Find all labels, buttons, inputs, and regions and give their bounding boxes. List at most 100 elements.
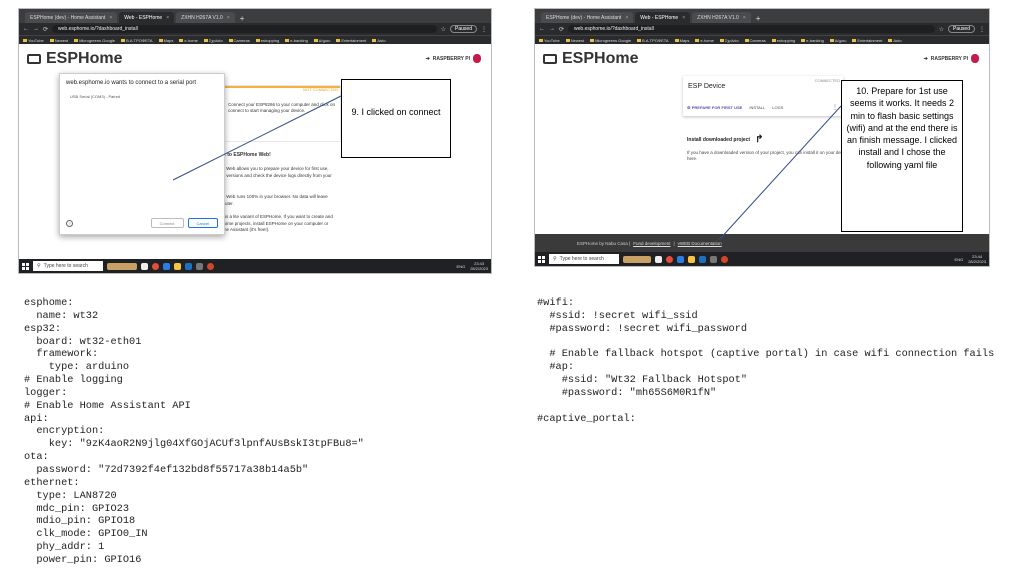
outlook-icon[interactable] [699, 255, 706, 263]
menu-icon[interactable]: ⋮ [979, 26, 985, 33]
bookmark-item[interactable]: Auto [372, 38, 386, 43]
explorer-icon[interactable] [174, 262, 181, 270]
taskbar-widget-icon[interactable] [107, 262, 137, 270]
folder-icon [49, 38, 54, 42]
close-icon[interactable]: × [166, 15, 169, 21]
folder-icon [285, 38, 290, 42]
profile-button[interactable]: Paused [450, 25, 477, 33]
raspberry-pi-link[interactable]: ➔ RASPBERRY PI [924, 54, 979, 63]
bookmark-item[interactable]: Microgreens Google [590, 38, 631, 43]
bookmark-item[interactable]: eshopping [771, 38, 795, 43]
profile-button[interactable]: Paused [948, 25, 975, 33]
folder-icon [801, 38, 806, 42]
bookmark-label: Entertainment [857, 37, 883, 43]
edge-icon[interactable] [677, 255, 684, 263]
taskbar-search[interactable]: ⚲ Type here to search [549, 254, 619, 264]
folder-icon [372, 38, 377, 42]
outlook-icon[interactable] [185, 262, 192, 270]
bookmark-label: Microgreens Google [595, 37, 632, 43]
language-indicator[interactable]: ENG [457, 264, 466, 269]
bookmark-item[interactable]: Σχολεία [203, 38, 223, 43]
bookmark-label: YouTube [544, 37, 560, 43]
clock-date: 28/2/2023 [470, 266, 488, 271]
chrome-icon[interactable] [152, 262, 159, 270]
windows-start-icon[interactable] [22, 262, 29, 270]
task-view-icon[interactable] [655, 255, 662, 263]
reload-icon[interactable]: ⟳ [559, 26, 564, 33]
taskbar-search[interactable]: ⚲ Type here to search [33, 261, 103, 271]
tab-web-esphome[interactable]: Web - ESPHome × [119, 12, 175, 23]
bookmark-item[interactable]: Maps [158, 38, 173, 43]
bookmark-item[interactable]: Cameras [228, 38, 250, 43]
clock[interactable]: 23:44 28/2/2023 [968, 254, 986, 264]
bookmark-item[interactable]: Β.Α.ΤΡΟΦΕΤΑ [637, 38, 669, 43]
bookmark-item[interactable]: Cameras [744, 38, 766, 43]
close-icon[interactable]: × [682, 15, 685, 21]
tab-web-esphome[interactable]: Web - ESPHome × [635, 12, 691, 23]
device-name: ESP Device [688, 83, 726, 90]
bookmark-item[interactable]: Σχολεία [719, 37, 739, 43]
powerpoint-icon[interactable] [207, 262, 214, 270]
bookmark-label: Maps [679, 37, 690, 43]
bookmark-item[interactable]: Δήμου [313, 38, 330, 43]
close-icon[interactable]: × [109, 15, 112, 21]
menu-icon[interactable]: ⋮ [481, 26, 487, 33]
help-icon[interactable]: ? [66, 219, 73, 227]
fund-development-link[interactable]: Fund development [633, 241, 670, 246]
star-icon[interactable]: ☆ [441, 26, 446, 33]
close-icon[interactable]: × [625, 15, 628, 21]
bookmark-label: e-banking [290, 37, 308, 43]
chrome-icon[interactable] [666, 255, 673, 263]
bookmark-item[interactable]: e-banking [285, 38, 308, 43]
star-icon[interactable]: ☆ [939, 26, 944, 33]
cancel-button[interactable]: Cancel [187, 218, 218, 228]
esphome-logo-icon [543, 54, 557, 64]
bookmark-item[interactable]: e-banking [801, 38, 824, 43]
bookmark-item[interactable]: Entertainment [336, 38, 366, 43]
bookmark-item[interactable]: eshopping [255, 38, 279, 43]
clock[interactable]: 23:43 28/2/2023 [470, 261, 488, 271]
bookmark-item[interactable]: Maps [674, 37, 690, 43]
forward-icon[interactable]: → [549, 26, 555, 32]
bookmark-item[interactable]: YouTube [539, 38, 560, 43]
connect-button[interactable]: Connect [150, 218, 184, 228]
close-icon[interactable]: × [227, 15, 230, 21]
folder-icon [121, 38, 126, 42]
new-tab-icon[interactable]: + [756, 14, 761, 23]
back-icon[interactable]: ← [539, 26, 545, 32]
bookmark-item[interactable]: Microgreens Google [74, 38, 115, 43]
bookmark-item[interactable]: Auto [888, 38, 902, 43]
tab-esphome-dev[interactable]: ESPHome (dev) - Home Assistant × [25, 12, 118, 23]
bookmark-item[interactable]: e-home [179, 38, 198, 43]
dialog-footer: ? Connect Cancel [66, 218, 218, 228]
language-indicator[interactable]: ENG [955, 257, 964, 262]
bookmark-item[interactable]: Δήμου [829, 38, 846, 43]
app-icon[interactable] [196, 262, 203, 270]
bookmark-item[interactable]: YouTube [23, 38, 44, 43]
close-icon[interactable]: × [743, 15, 746, 21]
bookmark-item[interactable]: e-home [695, 38, 714, 43]
url-input[interactable]: web.esphome.io/?dashboard_install [568, 25, 935, 33]
bookmark-item[interactable]: Newest [49, 38, 68, 43]
reload-icon[interactable]: ⟳ [43, 26, 48, 33]
explorer-icon[interactable] [688, 255, 695, 263]
bookmark-item[interactable]: Β.Α.ΤΡΟΦΕΤΑ [121, 38, 153, 43]
raspberry-pi-link[interactable]: ➔ RASPBERRY PI [426, 54, 481, 63]
powerpoint-icon[interactable] [721, 255, 728, 263]
taskbar: ⚲ Type here to search ENG 23:43 28/2/2023 [19, 259, 491, 273]
url-input[interactable]: web.esphome.io/?dashboard_install [52, 25, 437, 33]
tab-esphome-dev[interactable]: ESPHome (dev) - Home Assistant × [541, 12, 634, 23]
windows-start-icon[interactable] [538, 255, 545, 263]
new-tab-icon[interactable]: + [240, 14, 245, 23]
bookmark-item[interactable]: Entertainment [852, 38, 882, 43]
bookmark-label: Σχολεία [724, 37, 739, 43]
edge-icon[interactable] [163, 262, 170, 270]
tab-router[interactable]: ZXHN H267A V1.0 × [176, 12, 235, 23]
app-icon[interactable] [710, 255, 717, 263]
tab-router[interactable]: ZXHN H267A V1.0 × [692, 12, 751, 23]
forward-icon[interactable]: → [33, 26, 39, 32]
taskbar-widget-icon[interactable] [623, 255, 651, 263]
task-view-icon[interactable] [141, 262, 148, 270]
back-icon[interactable]: ← [23, 26, 29, 32]
bookmark-item[interactable]: Newest [565, 38, 584, 43]
